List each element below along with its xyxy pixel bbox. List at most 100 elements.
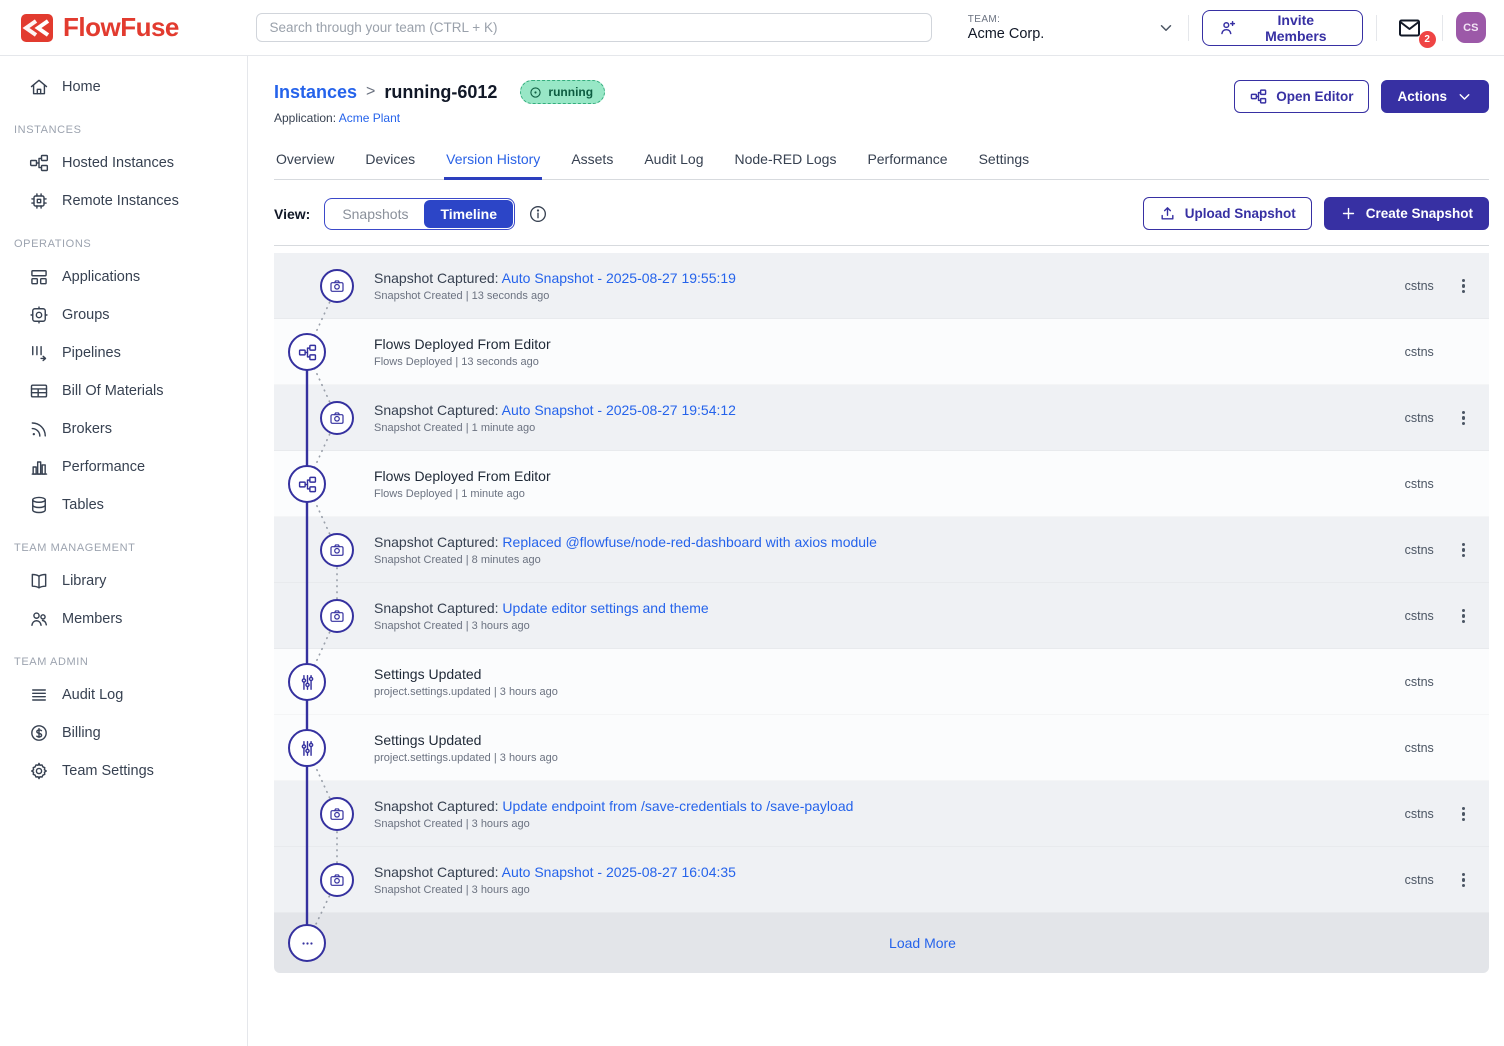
- sidebar-item-label: Billing: [62, 725, 101, 741]
- plus-icon: [1340, 205, 1357, 222]
- sidebar-item-members[interactable]: Members: [0, 600, 247, 638]
- timeline-row: Snapshot Captured: Update editor setting…: [274, 583, 1489, 649]
- timeline-entry-user: cstns: [1405, 807, 1434, 821]
- header-divider: [1188, 15, 1189, 41]
- timeline-row: Settings Updated project.settings.update…: [274, 649, 1489, 715]
- breadcrumb: Instances > running-6012 running: [274, 80, 605, 104]
- toggle-timeline[interactable]: Timeline: [424, 200, 513, 228]
- chip-icon: [29, 191, 49, 211]
- tab-node-red-logs[interactable]: Node-RED Logs: [733, 142, 839, 180]
- logo-text: FlowFuse: [63, 12, 179, 43]
- snapshot-link[interactable]: Auto Snapshot - 2025-08-27 19:54:12: [502, 402, 736, 418]
- timeline-entry-meta: Snapshot Created | 8 minutes ago: [374, 554, 877, 566]
- open-editor-button[interactable]: Open Editor: [1234, 80, 1369, 113]
- team-name: Acme Corp.: [968, 26, 1158, 42]
- sidebar-item-label: Brokers: [62, 421, 112, 437]
- sidebar-item-library[interactable]: Library: [0, 562, 247, 600]
- timeline-entry-meta: project.settings.updated | 3 hours ago: [374, 752, 558, 764]
- camera-icon: [320, 599, 354, 633]
- invite-members-button[interactable]: Invite Members: [1202, 10, 1362, 46]
- header-divider: [1442, 15, 1443, 41]
- sidebar-item-hosted-instances[interactable]: Hosted Instances: [0, 144, 247, 182]
- tab-audit-log[interactable]: Audit Log: [642, 142, 705, 180]
- load-more-link[interactable]: Load More: [889, 935, 956, 951]
- upload-snapshot-button[interactable]: Upload Snapshot: [1143, 197, 1312, 230]
- book-icon: [29, 571, 49, 591]
- timeline-entry-title: Snapshot Captured: Replaced @flowfuse/no…: [374, 534, 877, 550]
- timeline-row: Snapshot Captured: Replaced @flowfuse/no…: [274, 517, 1489, 583]
- timeline-entry-user: cstns: [1405, 411, 1434, 425]
- application-link[interactable]: Acme Plant: [339, 111, 400, 125]
- sidebar-item-home[interactable]: Home: [0, 68, 247, 106]
- sidebar-item-applications[interactable]: Applications: [0, 258, 247, 296]
- settings-sliders-icon: [288, 663, 326, 701]
- kebab-menu-icon[interactable]: [1456, 605, 1471, 628]
- projects-icon: [29, 153, 49, 173]
- tab-performance[interactable]: Performance: [865, 142, 949, 180]
- application-label: Application:: [274, 111, 336, 125]
- timeline-row: Snapshot Captured: Auto Snapshot - 2025-…: [274, 253, 1489, 319]
- sidebar-item-audit-log[interactable]: Audit Log: [0, 676, 247, 714]
- breadcrumb-separator: >: [366, 83, 375, 101]
- timeline-entry-meta: Flows Deployed | 13 seconds ago: [374, 356, 551, 368]
- invite-members-label: Invite Members: [1246, 12, 1346, 44]
- create-snapshot-label: Create Snapshot: [1366, 206, 1473, 221]
- kebab-menu-icon[interactable]: [1456, 869, 1471, 892]
- tab-devices[interactable]: Devices: [363, 142, 417, 180]
- tab-version-history[interactable]: Version History: [444, 142, 542, 180]
- kebab-menu-icon[interactable]: [1456, 275, 1471, 298]
- info-icon[interactable]: [528, 204, 548, 224]
- timeline-load-more-row: Load More: [274, 913, 1489, 973]
- kebab-menu-icon[interactable]: [1456, 539, 1471, 562]
- sidebar: Home INSTANCES Hosted Instances Remote I…: [0, 56, 248, 1046]
- sidebar-item-groups[interactable]: Groups: [0, 296, 247, 334]
- sidebar-item-label: Library: [62, 573, 106, 589]
- sidebar-item-brokers[interactable]: Brokers: [0, 410, 247, 448]
- sidebar-item-label: Hosted Instances: [62, 155, 174, 171]
- breadcrumb-instances-link[interactable]: Instances: [274, 82, 357, 103]
- tab-overview[interactable]: Overview: [274, 142, 336, 180]
- user-avatar[interactable]: CS: [1456, 12, 1486, 43]
- template-icon: [29, 267, 49, 287]
- snapshot-link[interactable]: Replaced @flowfuse/node-red-dashboard wi…: [502, 534, 877, 550]
- sidebar-item-team-settings[interactable]: Team Settings: [0, 752, 247, 790]
- version-history-toolbar: View: Snapshots Timeline Upload Snapshot…: [274, 197, 1489, 246]
- upload-snapshot-label: Upload Snapshot: [1185, 206, 1296, 221]
- sidebar-section-team-management: TEAM MANAGEMENT: [0, 524, 247, 562]
- camera-icon: [320, 401, 354, 435]
- chart-icon: [29, 457, 49, 477]
- tab-settings[interactable]: Settings: [977, 142, 1032, 180]
- entry-title-prefix: Snapshot Captured:: [374, 270, 502, 286]
- sidebar-section-team-admin: TEAM ADMIN: [0, 638, 247, 676]
- team-selector[interactable]: TEAM: Acme Corp.: [968, 14, 1176, 42]
- actions-label: Actions: [1397, 89, 1447, 104]
- kebab-menu-icon[interactable]: [1456, 803, 1471, 826]
- sidebar-item-tables[interactable]: Tables: [0, 486, 247, 524]
- home-icon: [29, 77, 49, 97]
- snapshot-link[interactable]: Auto Snapshot - 2025-08-27 19:55:19: [502, 270, 736, 286]
- timeline-row: Flows Deployed From Editor Flows Deploye…: [274, 451, 1489, 517]
- sidebar-item-performance[interactable]: Performance: [0, 448, 247, 486]
- snapshot-link[interactable]: Update endpoint from /save-credentials t…: [502, 798, 853, 814]
- sidebar-item-remote-instances[interactable]: Remote Instances: [0, 182, 247, 220]
- timeline-entry-user: cstns: [1405, 543, 1434, 557]
- sidebar-item-billing[interactable]: Billing: [0, 714, 247, 752]
- actions-button[interactable]: Actions: [1381, 80, 1489, 113]
- timeline-entry-meta: project.settings.updated | 3 hours ago: [374, 686, 558, 698]
- flowfuse-logo[interactable]: FlowFuse: [20, 12, 256, 43]
- view-toggle: Snapshots Timeline: [324, 198, 515, 230]
- users-icon: [29, 609, 49, 629]
- notifications-button[interactable]: 2: [1390, 14, 1429, 42]
- tab-assets[interactable]: Assets: [569, 142, 615, 180]
- search-input[interactable]: [256, 13, 931, 42]
- team-label: TEAM:: [968, 14, 1158, 25]
- kebab-menu-icon[interactable]: [1456, 407, 1471, 430]
- create-snapshot-button[interactable]: Create Snapshot: [1324, 197, 1489, 230]
- snapshot-link[interactable]: Auto Snapshot - 2025-08-27 16:04:35: [502, 864, 736, 880]
- snapshot-link[interactable]: Update editor settings and theme: [502, 600, 708, 616]
- sidebar-item-label: Pipelines: [62, 345, 121, 361]
- sidebar-item-pipelines[interactable]: Pipelines: [0, 334, 247, 372]
- toggle-snapshots[interactable]: Snapshots: [326, 200, 424, 228]
- table-icon: [29, 381, 49, 401]
- sidebar-item-bill-of-materials[interactable]: Bill Of Materials: [0, 372, 247, 410]
